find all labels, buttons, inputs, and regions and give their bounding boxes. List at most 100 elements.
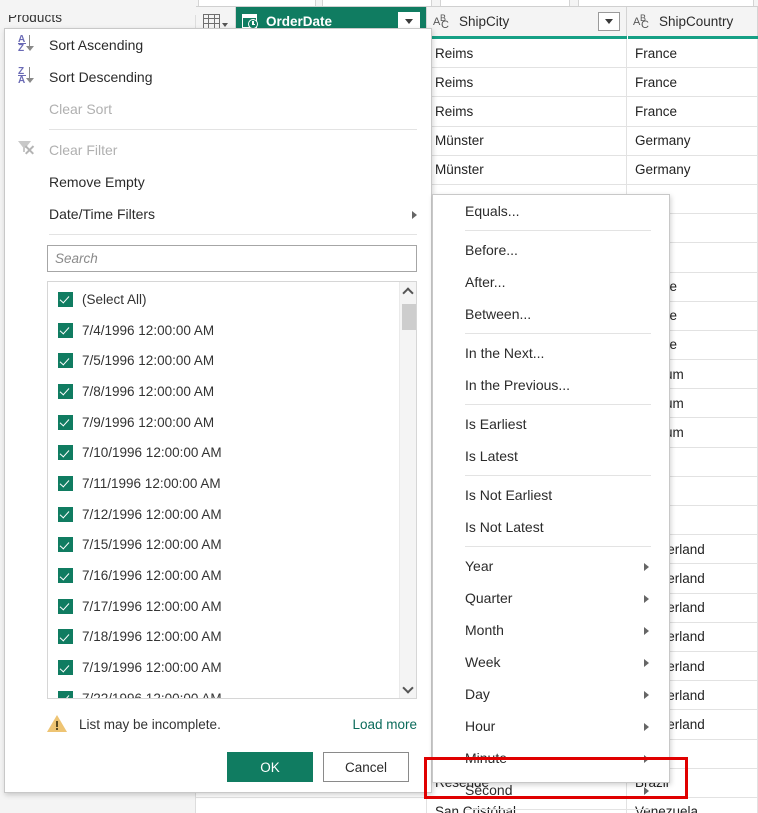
filter-button-shipcity[interactable] (598, 12, 620, 31)
chevron-down-icon (402, 681, 414, 694)
column-header-shipcountry[interactable]: ABC ShipCountry (627, 7, 758, 36)
column-header-shipcity[interactable]: ABC ShipCity (427, 7, 627, 36)
column-header-label: OrderDate (266, 14, 333, 29)
list-item-label: 7/9/1996 12:00:00 AM (82, 414, 215, 430)
submenu-item-label: Quarter (465, 590, 513, 606)
submenu-item-second[interactable]: Second (433, 774, 669, 806)
menu-item-clear-sort: Clear Sort (5, 93, 431, 125)
dropdown-button-row: OK Cancel (5, 752, 409, 782)
submenu-item-quarter[interactable]: Quarter (433, 582, 669, 614)
checkbox-checked-icon[interactable] (58, 629, 73, 645)
submenu-item-before[interactable]: Before... (433, 234, 669, 266)
list-item[interactable]: 7/5/1996 12:00:00 AM (48, 345, 399, 376)
chevron-down-icon (405, 19, 413, 24)
search-input[interactable] (47, 245, 417, 272)
submenu-item-label: Is Earliest (465, 416, 527, 432)
submenu-separator (465, 230, 651, 231)
checkbox-checked-icon[interactable] (58, 414, 73, 430)
checkbox-checked-icon[interactable] (58, 598, 73, 614)
submenu-item-is-earliest[interactable]: Is Earliest (433, 408, 669, 440)
cell-shipcountry[interactable]: France (627, 68, 758, 97)
submenu-item-label: Month (465, 622, 504, 638)
cell-shipcountry[interactable]: Germany (627, 155, 758, 184)
list-item-label: 7/5/1996 12:00:00 AM (82, 353, 215, 369)
list-item[interactable]: 7/8/1996 12:00:00 AM (48, 376, 399, 407)
chevron-right-icon (412, 211, 417, 219)
list-item[interactable]: 7/19/1996 12:00:00 AM (48, 652, 399, 683)
checkbox-checked-icon[interactable] (58, 660, 73, 676)
list-item[interactable]: 7/10/1996 12:00:00 AM (48, 437, 399, 468)
list-item[interactable]: 7/4/1996 12:00:00 AM (48, 315, 399, 346)
cell-shipcity[interactable]: Reims (427, 68, 627, 97)
chevron-down-icon (605, 19, 613, 24)
list-item[interactable]: 7/12/1996 12:00:00 AM (48, 499, 399, 530)
cell-orderdate[interactable] (196, 797, 427, 813)
cell-shipcity[interactable]: Reims (427, 39, 627, 68)
menu-item-sort-descending[interactable]: ZA Sort Descending (5, 61, 431, 93)
submenu-item-label: Day (465, 686, 490, 702)
submenu-item-hour[interactable]: Hour (433, 710, 669, 742)
cell-shipcity[interactable]: Reims (427, 97, 627, 126)
scroll-down-button[interactable] (400, 680, 416, 698)
list-item[interactable]: (Select All) (48, 284, 399, 315)
submenu-item-between[interactable]: Between... (433, 298, 669, 330)
list-item[interactable]: 7/9/1996 12:00:00 AM (48, 407, 399, 438)
menu-item-label: Date/Time Filters (49, 206, 156, 222)
checkbox-checked-icon[interactable] (58, 383, 73, 399)
submenu-item-after[interactable]: After... (433, 266, 669, 298)
menu-item-date-time-filters[interactable]: Date/Time Filters (5, 198, 431, 230)
checkbox-checked-icon[interactable] (58, 568, 73, 584)
list-item[interactable]: 7/18/1996 12:00:00 AM (48, 622, 399, 653)
submenu-item-label: In the Next... (465, 345, 545, 361)
checkbox-checked-icon[interactable] (58, 690, 73, 698)
submenu-item-in-the-previous[interactable]: In the Previous... (433, 369, 669, 401)
cancel-button[interactable]: Cancel (323, 752, 409, 782)
checkbox-checked-icon[interactable] (58, 475, 73, 491)
sort-descending-icon: ZA (17, 66, 39, 87)
list-incomplete-notice: List may be incomplete. Load more (47, 712, 417, 736)
chevron-right-icon (644, 563, 649, 571)
abc-icon: ABC (433, 13, 449, 31)
submenu-item-year[interactable]: Year (433, 550, 669, 582)
submenu-item-minute[interactable]: Minute (433, 742, 669, 774)
clear-filter-icon (17, 140, 39, 160)
checkbox-checked-icon[interactable] (58, 322, 73, 338)
load-more-link[interactable]: Load more (352, 717, 417, 732)
submenu-item-in-the-next[interactable]: In the Next... (433, 337, 669, 369)
cell-shipcountry[interactable]: France (627, 39, 758, 68)
chevron-right-icon (644, 659, 649, 667)
list-item[interactable]: 7/11/1996 12:00:00 AM (48, 468, 399, 499)
cell-shipcountry[interactable]: Germany (627, 126, 758, 155)
menu-item-sort-ascending[interactable]: AZ Sort Ascending (5, 29, 431, 61)
submenu-item-week[interactable]: Week (433, 646, 669, 678)
submenu-item-is-not-earliest[interactable]: Is Not Earliest (433, 479, 669, 511)
scrollbar-thumb[interactable] (402, 304, 416, 330)
checkbox-checked-icon[interactable] (58, 537, 73, 553)
ok-button[interactable]: OK (227, 752, 313, 782)
cell-shipcountry[interactable]: France (627, 97, 758, 126)
checkbox-checked-icon[interactable] (58, 291, 73, 307)
menu-item-remove-empty[interactable]: Remove Empty (5, 166, 431, 198)
checkbox-checked-icon[interactable] (58, 506, 73, 522)
list-item[interactable]: 7/16/1996 12:00:00 AM (48, 560, 399, 591)
submenu-item-equals[interactable]: Equals... (433, 195, 669, 227)
chevron-right-icon (644, 595, 649, 603)
list-item-label: 7/15/1996 12:00:00 AM (82, 537, 222, 553)
scroll-up-button[interactable] (400, 282, 416, 300)
submenu-item-day[interactable]: Day (433, 678, 669, 710)
submenu-item-is-latest[interactable]: Is Latest (433, 440, 669, 472)
list-item[interactable]: 7/15/1996 12:00:00 AM (48, 530, 399, 561)
checkbox-checked-icon[interactable] (58, 445, 73, 461)
cell-shipcity[interactable]: Münster (427, 155, 627, 184)
submenu-item-is-not-latest[interactable]: Is Not Latest (433, 511, 669, 543)
chevron-up-icon (402, 286, 414, 299)
submenu-item-month[interactable]: Month (433, 614, 669, 646)
value-list-scrollbar[interactable] (399, 282, 416, 698)
chevron-right-icon (644, 755, 649, 763)
chevron-right-icon (644, 723, 649, 731)
checkbox-checked-icon[interactable] (58, 353, 73, 369)
list-item[interactable]: 7/17/1996 12:00:00 AM (48, 591, 399, 622)
list-item[interactable]: 7/22/1996 12:00:00 AM (48, 683, 399, 698)
cell-shipcity[interactable]: Münster (427, 126, 627, 155)
abc-icon: ABC (633, 13, 649, 31)
